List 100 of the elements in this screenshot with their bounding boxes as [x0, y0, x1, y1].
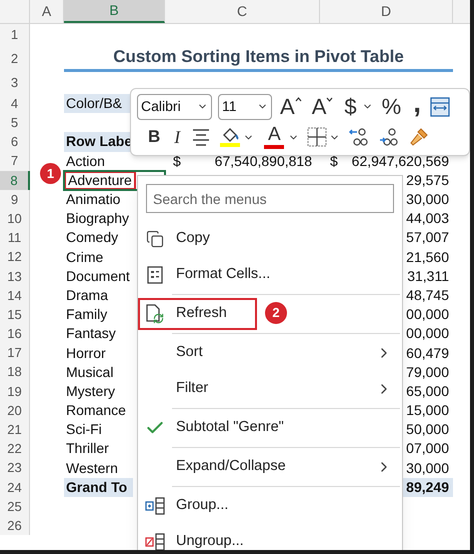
- ungroup-icon: [145, 533, 165, 550]
- row-header[interactable]: 12: [0, 248, 30, 267]
- row-header[interactable]: 8: [0, 170, 30, 190]
- menu-item[interactable]: Group...: [176, 495, 228, 517]
- row-label-cell-text: Fantasy: [65, 324, 117, 344]
- borders-icon[interactable]: [307, 127, 328, 147]
- column-header[interactable]: D: [320, 0, 453, 23]
- row-header[interactable]: 4: [0, 94, 30, 114]
- grow-font-button[interactable]: A: [278, 96, 304, 118]
- row-header[interactable]: 16: [0, 324, 30, 344]
- amount-cell-text: 21,560: [406, 248, 449, 267]
- menu-item[interactable]: Expand/Collapse: [176, 456, 286, 478]
- font-color-button[interactable]: A: [262, 125, 286, 149]
- row-label-cell-text: Comedy: [65, 228, 120, 248]
- step-badge: 1: [40, 163, 61, 184]
- align-center-icon[interactable]: [191, 128, 212, 146]
- italic-button[interactable]: I: [171, 124, 184, 150]
- format-button[interactable]: $: [341, 96, 360, 118]
- font-size-dropdown[interactable]: 11: [218, 94, 272, 120]
- row-header[interactable]: 20: [0, 401, 30, 420]
- menu-item[interactable]: Ungroup...: [176, 531, 244, 550]
- refresh-icon: [146, 304, 164, 324]
- row-header[interactable]: 22: [0, 439, 30, 459]
- row-header[interactable]: 13: [0, 266, 30, 286]
- row-header[interactable]: 23: [0, 458, 30, 478]
- row-header[interactable]: 17: [0, 343, 30, 363]
- row-label-cell-text: Mystery: [65, 382, 116, 401]
- row-header[interactable]: 21: [0, 420, 30, 440]
- row-header[interactable]: 6: [0, 132, 30, 152]
- column-header[interactable]: C: [165, 0, 320, 23]
- row-header[interactable]: 9: [0, 190, 30, 210]
- row-label-cell-text: Action: [65, 152, 106, 171]
- row-label-cell-text: Romance: [65, 401, 127, 420]
- menu-item[interactable]: Sort: [176, 342, 203, 364]
- row-header[interactable]: 1: [0, 24, 30, 46]
- bold-button[interactable]: B: [145, 124, 164, 150]
- amount-cell-text: 44,003: [406, 209, 449, 228]
- amount-cell-text: 89,249: [406, 478, 449, 497]
- amount-cell-text: 29,575: [406, 170, 449, 190]
- amount-cell-text: 60,479: [406, 344, 449, 363]
- menu-item[interactable]: Refresh: [176, 303, 227, 325]
- column-header[interactable]: B: [64, 0, 165, 23]
- amount-cell-text: 15,000: [406, 401, 449, 420]
- row-label-cell: Adventure: [64, 170, 136, 190]
- copy-icon: [146, 230, 164, 248]
- font-name-dropdown[interactable]: Calibri: [137, 94, 212, 120]
- row-label-cell-text: Sci-Fi: [65, 420, 103, 440]
- row-label-cell-text: Biography: [65, 209, 130, 228]
- row-label-cell: Row Labe: [64, 132, 133, 152]
- row-header[interactable]: 10: [0, 209, 30, 228]
- amount-cell-text: 31,311: [407, 266, 449, 286]
- row-header[interactable]: 26: [0, 516, 30, 536]
- format-painter-icon[interactable]: [408, 126, 430, 148]
- amount-cell-text: 00,000: [406, 305, 449, 324]
- format-button[interactable]: %: [378, 96, 404, 118]
- sheet-title: Custom Sorting Items in Pivot Table: [64, 46, 453, 72]
- row-label-cell-text: Animatio: [65, 190, 122, 210]
- row-header[interactable]: 25: [0, 496, 30, 516]
- row-header[interactable]: 5: [0, 113, 30, 132]
- row-label-cell: Grand To: [64, 478, 133, 497]
- row-header[interactable]: 18: [0, 362, 30, 382]
- row-header[interactable]: 24: [0, 478, 30, 497]
- comma-style-button[interactable]: ,: [410, 88, 424, 116]
- row-label-cell-text: Document: [65, 266, 131, 286]
- row-header[interactable]: 14: [0, 286, 30, 306]
- row-header[interactable]: 15: [0, 305, 30, 324]
- increase-decimal-icon[interactable]: [348, 126, 370, 148]
- decrease-decimal-icon[interactable]: [378, 126, 400, 148]
- row-label-cell-text: Musical: [65, 362, 114, 382]
- row-label-cell-text: Drama: [65, 286, 110, 305]
- amount-cell-text: 30,000: [406, 190, 449, 210]
- row-header[interactable]: 19: [0, 382, 30, 401]
- menu-item[interactable]: Filter: [176, 378, 208, 400]
- fill-color-icon[interactable]: [219, 126, 242, 148]
- row-header[interactable]: 11: [0, 228, 30, 248]
- wrap-text-icon[interactable]: [430, 96, 450, 116]
- menu-item[interactable]: Format Cells...: [176, 264, 270, 286]
- amount-cell-text: 67,540,890,818: [214, 152, 312, 171]
- amount-cell-text: 50,000: [406, 420, 449, 440]
- shrink-font-button[interactable]: A: [310, 96, 336, 118]
- format-cells-icon: [147, 266, 163, 284]
- row-header[interactable]: 3: [0, 72, 30, 94]
- row-header[interactable]: 7: [0, 152, 30, 171]
- amount-cell-text: 30,000: [406, 458, 449, 478]
- up-caret-icon: [294, 96, 302, 102]
- search-field[interactable]: Search the menus: [146, 184, 394, 213]
- menu-item[interactable]: Copy: [176, 228, 210, 250]
- amount-cell-text: 07,000: [406, 439, 449, 458]
- currency-symbol: $: [173, 152, 181, 171]
- row-label-cell-text: Family: [65, 305, 108, 324]
- row-label-cell-text: Western: [65, 458, 119, 478]
- amount-cell-text: 48,745: [406, 286, 449, 305]
- down-caret-icon: [326, 96, 334, 102]
- amount-cell-text: 65,000: [406, 382, 449, 401]
- amount-cell-text: 57,007: [406, 228, 449, 248]
- row-header[interactable]: 2: [0, 46, 30, 72]
- row-label-cell: Color/B&: [64, 94, 133, 114]
- amount-cell-text: 00,000: [406, 324, 449, 344]
- menu-item[interactable]: Subtotal "Genre": [176, 417, 284, 439]
- amount-cell-text: 79,000: [406, 362, 449, 382]
